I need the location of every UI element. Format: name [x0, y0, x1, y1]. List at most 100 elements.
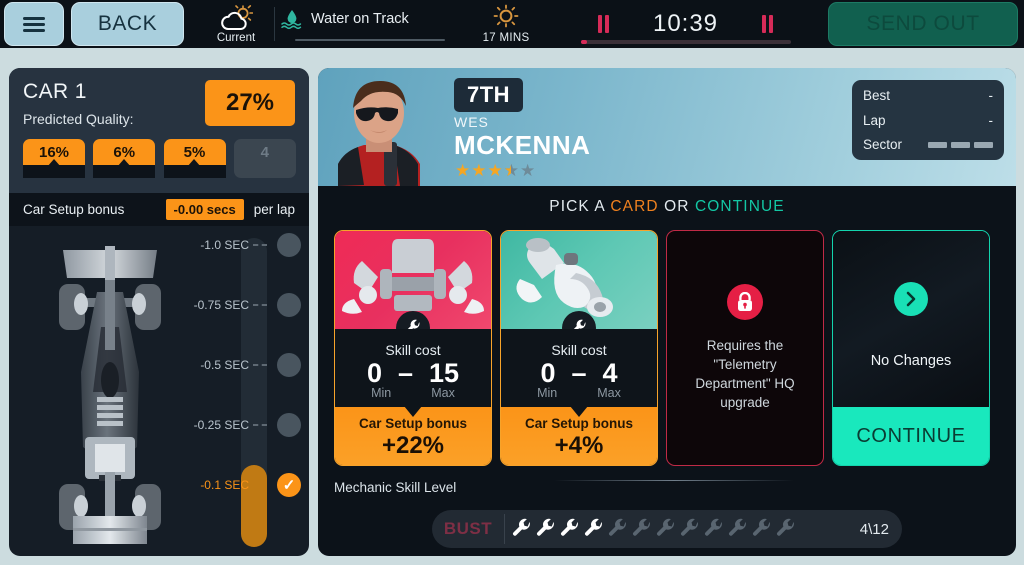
setup-scale-tick[interactable]: -0.25 SEC	[185, 413, 303, 437]
pick-a-card-title: PICK A CARD OR CONTINUE	[318, 198, 1016, 216]
weather-current-label: Current	[216, 31, 256, 44]
chevron-right-icon	[894, 282, 928, 316]
bonus-arrow-icon	[570, 406, 588, 417]
star-half-icon: ★	[504, 162, 519, 179]
star-empty-icon: ★	[520, 161, 536, 180]
wrench-icon-dim	[776, 518, 794, 536]
quality-segments: 16% 6% 5% 4	[23, 139, 296, 178]
setup-scale-label: -1.0 SEC	[200, 238, 249, 252]
mechanic-divider	[554, 480, 794, 481]
setup-scale-knob[interactable]	[277, 353, 301, 377]
timing-panel: Best - Lap - Sector	[852, 80, 1004, 160]
setup-scale-dash	[253, 244, 267, 246]
setup-scale-label: -0.1 SEC	[200, 478, 249, 492]
menu-button[interactable]	[4, 2, 64, 46]
bust-label: BUST	[443, 519, 493, 538]
pick-title-prefix: PICK A	[549, 198, 611, 215]
track-state-bar	[295, 38, 445, 41]
part-card-1[interactable]: Skill cost 0 – 15 Min Max Car Setup bonu…	[334, 230, 492, 466]
continue-button-label: CONTINUE	[856, 424, 966, 447]
divider	[274, 7, 275, 41]
setup-scale-label: -0.75 SEC	[193, 298, 249, 312]
timing-lap-label: Lap	[863, 112, 886, 128]
quality-segment: 5%	[163, 139, 226, 178]
skill-cost-sublabels: Min Max	[335, 386, 491, 400]
mechanic-skill-level-label: Mechanic Skill Level	[334, 480, 457, 495]
wrench-icon-dim	[752, 518, 770, 536]
setup-scale-tick[interactable]: -1.0 SEC	[185, 233, 303, 257]
setup-scale-tick[interactable]: -0.75 SEC	[185, 293, 303, 317]
star-icon: ★	[487, 161, 503, 180]
send-out-button[interactable]: SEND OUT	[828, 2, 1018, 46]
card-bonus-value: +4%	[554, 432, 604, 459]
bonus-arrow-icon	[404, 406, 422, 417]
pick-title-middle: OR	[658, 198, 695, 215]
driver-rating: ★ ★ ★ ★ ★	[455, 162, 535, 179]
quality-segment: 6%	[93, 139, 156, 178]
chevron-right-glyph	[906, 291, 916, 307]
star-icon: ★	[455, 161, 471, 180]
car-setup-bonus-row: Car Setup bonus -0.00 secs per lap	[9, 193, 309, 226]
continue-card-label: No Changes	[870, 353, 952, 369]
setup-scale-knob-checked[interactable]: ✓	[277, 473, 301, 497]
skill-cost-range: 0 – 4	[501, 359, 657, 387]
skill-cost-label: Skill cost	[385, 342, 441, 358]
setup-scale-dash	[253, 364, 267, 366]
wrench-icon-dim	[608, 518, 626, 536]
setup-scale-tick-selected[interactable]: -0.1 SEC ✓	[185, 473, 303, 497]
part-card-1-art	[335, 231, 491, 345]
pick-title-continue-word: CONTINUE	[694, 198, 785, 215]
skill-cost-min: 0	[366, 358, 382, 388]
setup-scale-dash	[253, 484, 267, 486]
setup-scale-tick[interactable]: -0.5 SEC	[185, 353, 303, 377]
skill-cost-min-label: Min	[371, 386, 392, 400]
timing-lap-value: -	[988, 112, 994, 128]
padlock-icon	[727, 284, 763, 320]
pause-icon-left[interactable]	[597, 15, 609, 33]
part-card-2-skill: Skill cost 0 – 4 Min Max	[501, 329, 657, 407]
part-card-1-bonus: Car Setup bonus +22%	[335, 406, 491, 465]
wrench-icon-dim	[728, 518, 746, 536]
hamburger-icon	[23, 14, 45, 35]
part-card-2[interactable]: Skill cost 0 – 4 Min Max Car Setup bonus…	[500, 230, 658, 466]
avatar	[338, 81, 420, 186]
continue-button[interactable]: CONTINUE	[833, 407, 989, 465]
part-card-1-skill: Skill cost 0 – 15 Min Max	[335, 329, 491, 407]
game-screen: BACK Current Water on Track 17 MINS 10:3…	[0, 0, 1024, 565]
timer-progress-fill	[580, 40, 587, 44]
top-bar: BACK Current Water on Track 17 MINS 10:3…	[0, 0, 1024, 48]
sun-icon	[493, 4, 519, 28]
card-bonus-label: Car Setup bonus	[524, 416, 633, 431]
wrench-icon	[512, 518, 530, 536]
wrench-icon	[584, 518, 602, 536]
wrench-icon-dim	[680, 518, 698, 536]
continue-card[interactable]: No Changes CONTINUE	[832, 230, 990, 466]
skill-cost-max: 15	[429, 358, 460, 388]
car-setup-bonus-suffix: per lap	[253, 202, 295, 217]
driver-position-badge: 7TH	[454, 78, 524, 112]
card-bonus-value: +22%	[381, 432, 445, 459]
pause-icon-right[interactable]	[762, 15, 774, 33]
setup-scale-knob[interactable]	[277, 293, 301, 317]
car-summary: CAR 1 Predicted Quality: 27% 16% 6% 5% 4	[9, 68, 309, 193]
weather-current: Current	[204, 4, 268, 44]
car-setup-panel: CAR 1 Predicted Quality: 27% 16% 6% 5% 4…	[9, 68, 309, 556]
track-state-label: Water on Track	[311, 10, 409, 27]
card-row: Skill cost 0 – 15 Min Max Car Setup bonu…	[318, 216, 1016, 466]
back-button[interactable]: BACK	[71, 2, 184, 46]
predicted-quality-value: 27%	[205, 80, 295, 126]
skill-cost-max-label: Max	[597, 386, 621, 400]
setup-scale-knob[interactable]	[277, 233, 301, 257]
skill-cost-sublabels: Min Max	[501, 386, 657, 400]
track-state: Water on Track	[281, 8, 457, 41]
part-card-2-bonus: Car Setup bonus +4%	[501, 406, 657, 465]
continue-card-top: No Changes	[833, 231, 989, 407]
timer-progress-track	[580, 40, 791, 44]
skill-cost-min: 0	[540, 358, 556, 388]
quality-segment-base	[163, 165, 226, 178]
quality-segment: 16%	[23, 139, 85, 178]
setup-scale-knob[interactable]	[277, 413, 301, 437]
timer-value: 10:39	[652, 10, 719, 37]
driver-first-name: WES	[454, 114, 489, 130]
setup-scale-label: -0.5 SEC	[200, 358, 249, 372]
